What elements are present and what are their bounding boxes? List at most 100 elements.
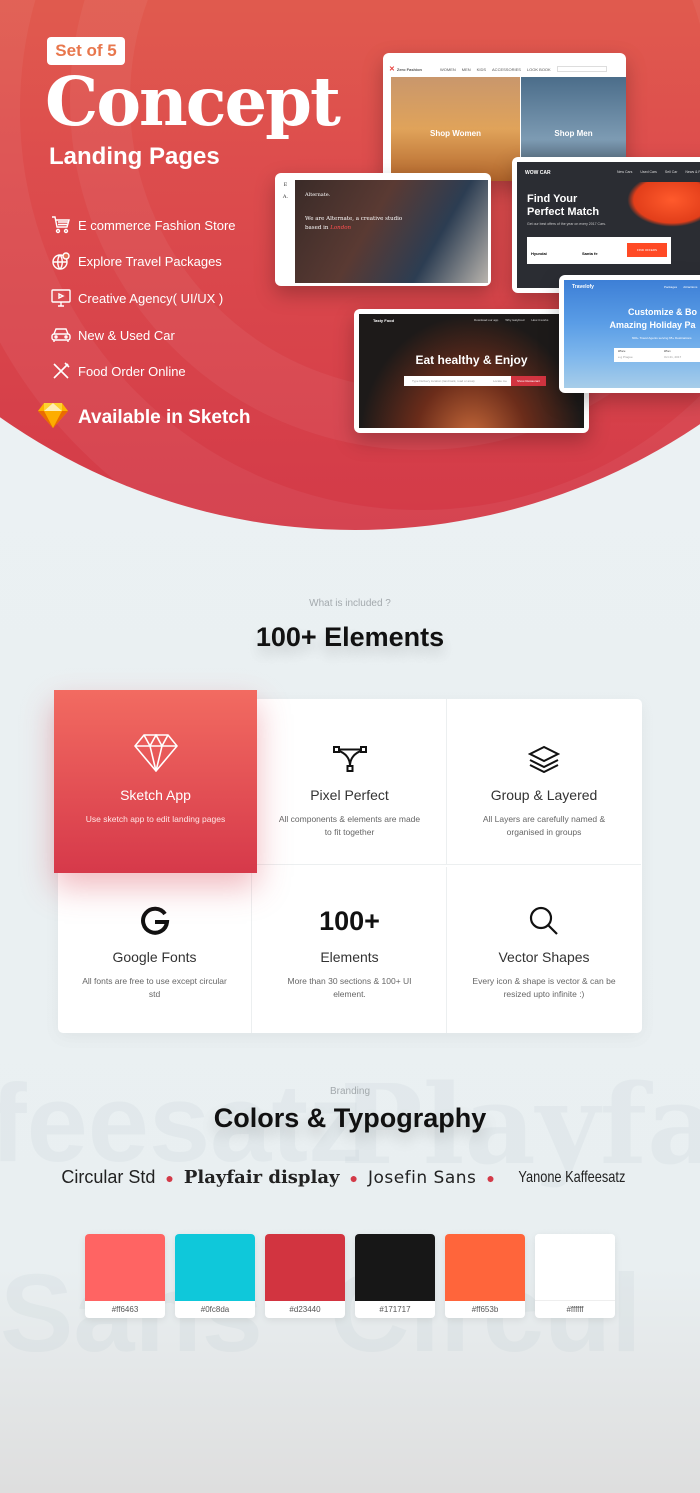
feature-card-desc: More than 30 sections & 100+ UI element. bbox=[287, 976, 412, 999]
diamond-icon bbox=[133, 733, 178, 777]
car-image bbox=[627, 182, 700, 227]
feature-card-title: Group & Layered bbox=[490, 787, 598, 803]
where-input[interactable]: e.g Prague bbox=[618, 355, 633, 359]
fashion-nav-item[interactable]: ACCESSORIES bbox=[492, 67, 521, 72]
branding-section-label: Branding bbox=[329, 1086, 371, 1097]
food-location-placeholder: Type Delivery location (landmark, road o… bbox=[412, 379, 475, 383]
feature-item: New & Used Car bbox=[50, 324, 175, 346]
car-subtitle: Get our best offers of the year on every… bbox=[527, 222, 606, 226]
car-search-form: Hyundai Santa fe FIND OFFERS bbox=[527, 237, 671, 264]
car-model-select[interactable]: Santa fe bbox=[582, 251, 598, 256]
font-circular-std: Circular Std bbox=[61, 1167, 156, 1187]
agency-city: London bbox=[330, 225, 352, 231]
layers-icon bbox=[528, 739, 560, 779]
shop-women-label: Shop Women bbox=[430, 129, 481, 138]
hero-subtitle: Landing Pages bbox=[49, 143, 220, 170]
feature-item: E commerce Fashion Store bbox=[50, 214, 236, 236]
agency-headline: We are Alternate, a creative studio bbox=[305, 216, 403, 222]
swatch-hex: #ff653b bbox=[471, 1305, 499, 1314]
feature-label: E commerce Fashion Store bbox=[78, 217, 236, 233]
separator-dot: ● bbox=[486, 1169, 495, 1186]
fashion-nav-item[interactable]: WOMEN bbox=[440, 67, 456, 72]
bezier-icon bbox=[332, 739, 367, 779]
car-nav-item[interactable]: Sell Car bbox=[665, 170, 677, 174]
travel-search-form: Where e.g Prague When Oct 21, 2017 bbox=[614, 348, 700, 362]
car-nav-item[interactable]: News & Re bbox=[685, 170, 700, 174]
food-headline: Eat healthy & Enjoy bbox=[415, 353, 528, 367]
sketch-label: Available in Sketch bbox=[78, 407, 251, 428]
car-make-select[interactable]: Hyundai bbox=[531, 251, 547, 256]
globe-pin-icon bbox=[50, 250, 72, 272]
show-restaurant-button[interactable]: Show Restaurant bbox=[510, 376, 546, 386]
feature-card-google-fonts: Google Fonts All fonts are free to use e… bbox=[58, 867, 252, 1033]
where-label: Where bbox=[618, 350, 626, 353]
branding-section-title: Colors & Typography bbox=[213, 1103, 487, 1133]
color-swatch: #171717 bbox=[355, 1234, 435, 1318]
feature-item: Food Order Online bbox=[50, 360, 186, 382]
car-brand: WOW CAR bbox=[525, 170, 551, 176]
font-josefin-sans: Josefin Sans bbox=[367, 1167, 477, 1188]
swatch-hex: #171717 bbox=[379, 1305, 411, 1314]
font-playfair-display: Playfair display bbox=[183, 1167, 340, 1188]
swatch-hex: #d23440 bbox=[289, 1305, 321, 1314]
travel-headline: Customize & Bo bbox=[628, 307, 698, 317]
shop-women-image[interactable]: Shop Women bbox=[391, 77, 520, 181]
food-nav-item[interactable]: Download our app bbox=[474, 318, 498, 322]
color-swatch: #ff6463 bbox=[85, 1234, 165, 1318]
fork-knife-icon bbox=[50, 360, 72, 382]
find-offers-button[interactable]: FIND OFFERS bbox=[627, 243, 667, 257]
color-swatch: #ff653b bbox=[445, 1234, 525, 1318]
travel-brand: Travelofy bbox=[572, 284, 594, 290]
color-swatch: #0fc8da bbox=[175, 1234, 255, 1318]
feature-label: Creative Agency( UI/UX ) bbox=[78, 290, 224, 306]
feature-card-elements: 100+ Elements More than 30 sections & 10… bbox=[253, 867, 447, 1033]
travel-subtitle: 600+ Travel Agents serving 65+ Destinati… bbox=[632, 336, 692, 340]
feature-card-title: Pixel Perfect bbox=[310, 787, 389, 803]
search-icon bbox=[529, 901, 559, 941]
fashion-brand: Zero Fashion bbox=[396, 66, 422, 72]
car-nav-item[interactable]: Used Cars bbox=[640, 170, 657, 174]
feature-card-desc: All fonts are free to use except circula… bbox=[82, 976, 227, 999]
when-input[interactable]: Oct 21, 2017 bbox=[664, 355, 681, 359]
preview-car[interactable]: WOW CAR New Cars Used Cars Sell Car News… bbox=[512, 157, 700, 293]
fashion-logo-icon: ✕ bbox=[389, 66, 395, 73]
feature-item: Creative Agency( UI/UX ) bbox=[50, 287, 223, 309]
preview-agency[interactable]: E A. Alternate. We are Alternate, a creat… bbox=[275, 173, 491, 286]
feature-card-title: Sketch App bbox=[120, 787, 191, 803]
travel-nav-item[interactable]: Packages bbox=[664, 285, 677, 289]
font-yanone-kaffeesatz: Yanone Kaffeesatz bbox=[518, 1168, 626, 1186]
monitor-icon bbox=[50, 287, 72, 309]
cart-icon bbox=[50, 214, 72, 236]
fashion-nav-item[interactable]: LOOK BOOK bbox=[527, 67, 551, 72]
feature-card-desc: All components & elements are made to fi… bbox=[278, 814, 421, 837]
sketch-availability: Available in Sketch bbox=[38, 402, 250, 434]
feature-card-desc: Every icon & shape is vector & can be re… bbox=[472, 976, 616, 999]
feature-card-title: Google Fonts bbox=[112, 949, 197, 965]
when-label: When bbox=[664, 350, 671, 353]
locate-me-link[interactable]: Locate me bbox=[493, 379, 507, 383]
shop-men-label: Shop Men bbox=[554, 129, 593, 138]
feature-card-sketch-app: Sketch App Use sketch app to edit landin… bbox=[54, 690, 257, 873]
agency-brand: Alternate. bbox=[305, 192, 331, 198]
car-nav-item[interactable]: New Cars bbox=[617, 170, 632, 174]
food-location-input[interactable]: Type Delivery location (landmark, road o… bbox=[404, 376, 546, 386]
food-nav-item[interactable]: How it works bbox=[531, 318, 548, 322]
elements-count: 100+ bbox=[319, 905, 380, 936]
fashion-nav-item[interactable]: MEN bbox=[462, 67, 471, 72]
feature-card-title: Elements bbox=[320, 949, 379, 965]
agency-hero-image: Alternate. We are Alternate, a creative … bbox=[295, 180, 488, 283]
fashion-search-input[interactable] bbox=[556, 66, 607, 72]
font-list: Circular Std ● Playfair display ● Josefi… bbox=[0, 1167, 700, 1188]
travel-nav-item[interactable]: Attractions bbox=[683, 285, 697, 289]
swatch-hex: #0fc8da bbox=[200, 1305, 230, 1314]
car-icon bbox=[50, 324, 72, 346]
feature-card-desc: Use sketch app to edit landing pages bbox=[85, 814, 226, 824]
preview-food[interactable]: Tasty Food Download our app Why tastyfoo… bbox=[354, 309, 589, 433]
feature-card-desc: All Layers are carefully named & organis… bbox=[482, 814, 606, 837]
fashion-nav-item[interactable]: KIDS bbox=[477, 67, 486, 72]
swatch-hex: #ffffff bbox=[566, 1305, 584, 1314]
color-swatch: #d23440 bbox=[265, 1234, 345, 1318]
food-nav-item[interactable]: Why tastyfood bbox=[505, 318, 524, 322]
feature-label: New & Used Car bbox=[78, 327, 175, 343]
preview-travel[interactable]: Travelofy Packages Attractions Customize… bbox=[559, 275, 700, 393]
